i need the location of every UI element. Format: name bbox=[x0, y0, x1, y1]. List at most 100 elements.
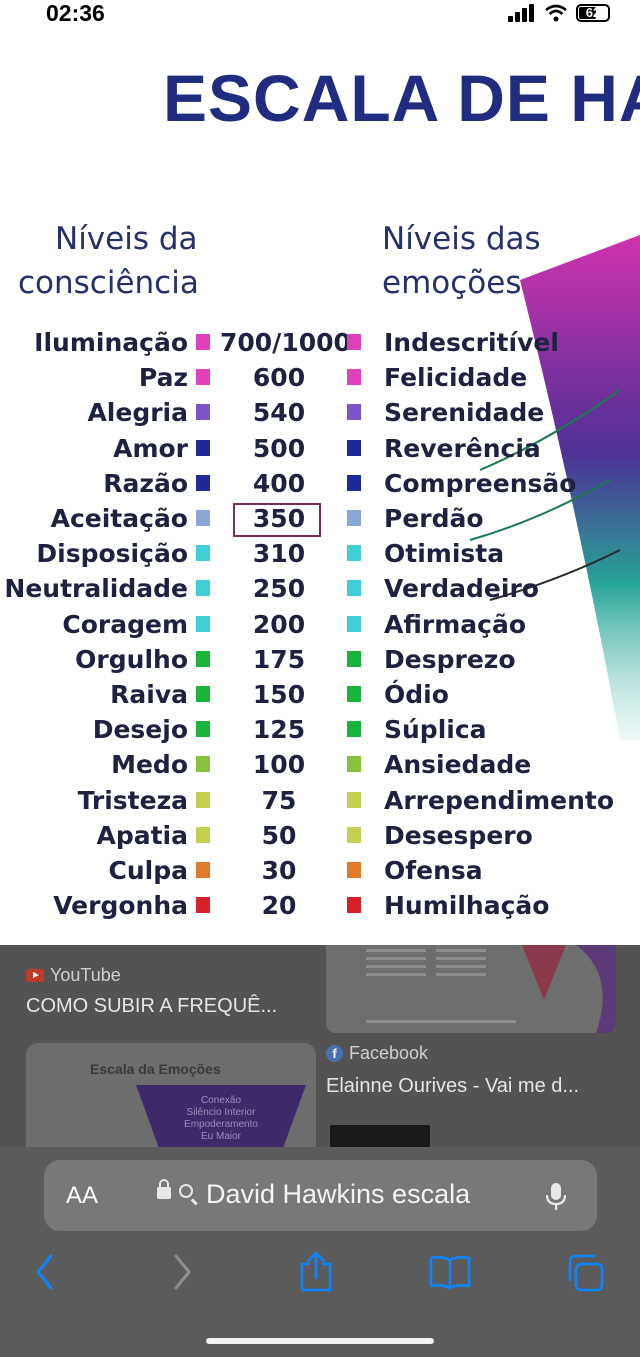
mic-icon[interactable] bbox=[543, 1182, 569, 1212]
level-row: Alegria 540 Serenidade bbox=[0, 396, 640, 431]
level-row: Aceitação 350 Perdão bbox=[0, 502, 640, 537]
consciousness-header-line2: consciência bbox=[18, 265, 199, 301]
color-square bbox=[196, 510, 210, 526]
facebook-source[interactable]: f Facebook bbox=[326, 1043, 428, 1064]
color-square bbox=[196, 369, 210, 386]
level-value: 400 bbox=[252, 468, 306, 498]
color-square bbox=[196, 474, 210, 491]
level-row: Culpa 30 Ofensa bbox=[0, 854, 640, 889]
consciousness-level: Desejo bbox=[92, 715, 188, 745]
forward-icon[interactable] bbox=[170, 1250, 194, 1294]
color-square bbox=[347, 510, 361, 526]
color-square bbox=[347, 826, 361, 843]
color-square bbox=[347, 862, 361, 878]
emotion-level: Otimista bbox=[384, 539, 505, 569]
color-square bbox=[196, 545, 210, 562]
facebook-result-thumbnail[interactable] bbox=[326, 945, 616, 1033]
youtube-source[interactable]: YouTube bbox=[26, 965, 121, 986]
level-row: Tristeza 75 Arrependimento bbox=[0, 784, 640, 819]
consciousness-level: Aceitação bbox=[50, 504, 188, 533]
emotion-level: Perdão bbox=[384, 504, 484, 533]
level-row: Razão 400 Compreensão bbox=[0, 467, 640, 502]
youtube-source-label: YouTube bbox=[50, 965, 121, 985]
level-row: Disposição 310 Otimista bbox=[0, 537, 640, 572]
consciousness-level: Alegria bbox=[87, 398, 188, 428]
level-row: Vergonha 20 Humilhação bbox=[0, 889, 640, 924]
search-icon bbox=[179, 1184, 193, 1198]
color-square bbox=[196, 897, 210, 914]
emotion-level: Indescritível bbox=[384, 328, 559, 357]
back-icon[interactable] bbox=[33, 1250, 57, 1294]
color-square bbox=[347, 791, 361, 808]
emotion-level: Súplica bbox=[384, 715, 487, 745]
youtube-result-thumbnail[interactable]: Escala da Emoções Conexão Silêncio Interi… bbox=[26, 1043, 316, 1153]
consciousness-level: Paz bbox=[138, 363, 188, 393]
level-value: 700/1000 bbox=[220, 328, 351, 357]
color-square bbox=[347, 334, 361, 350]
emotion-level: Felicidade bbox=[384, 363, 528, 393]
youtube-result-title[interactable]: COMO SUBIR A FREQUÊ... bbox=[26, 995, 277, 1018]
level-value: 100 bbox=[252, 750, 306, 780]
level-row: Medo 100 Ansiedade bbox=[0, 748, 640, 783]
level-value: 75 bbox=[261, 785, 297, 815]
facebook-source-label: Facebook bbox=[349, 1043, 429, 1063]
emotion-level: Arrependimento bbox=[384, 785, 615, 815]
emotion-level: Afirmação bbox=[384, 609, 526, 639]
thumbnail-art bbox=[326, 945, 616, 1033]
color-square bbox=[347, 756, 361, 773]
consciousness-level: Culpa bbox=[108, 856, 188, 885]
consciousness-level: Disposição bbox=[36, 539, 188, 569]
emotion-level: Ansiedade bbox=[384, 750, 532, 780]
level-value: 50 bbox=[261, 820, 297, 850]
color-square bbox=[196, 686, 210, 702]
emotion-level: Serenidade bbox=[384, 398, 545, 428]
consciousness-header-line1: Níveis da bbox=[55, 221, 198, 257]
emotion-level: Reverência bbox=[384, 433, 541, 463]
level-value: 500 bbox=[252, 433, 306, 463]
home-indicator[interactable] bbox=[206, 1338, 434, 1344]
image-title: ESCALA DE HA bbox=[163, 61, 640, 135]
color-square bbox=[196, 756, 210, 773]
color-square bbox=[196, 334, 210, 350]
signal-icon bbox=[508, 4, 534, 22]
level-value: 175 bbox=[252, 644, 306, 674]
browser-toolbar: AA David Hawkins escala bbox=[0, 1147, 640, 1357]
tabs-icon[interactable] bbox=[564, 1250, 606, 1294]
color-square bbox=[196, 721, 210, 738]
level-value: 350 bbox=[252, 504, 306, 533]
bookmarks-icon[interactable] bbox=[428, 1250, 472, 1294]
level-value: 250 bbox=[252, 574, 306, 604]
battery-icon: 62 bbox=[576, 4, 610, 22]
color-square bbox=[196, 404, 210, 421]
status-icons: 62 bbox=[508, 4, 610, 22]
address-bar[interactable]: AA David Hawkins escala bbox=[44, 1160, 597, 1231]
color-square bbox=[196, 826, 210, 843]
color-square bbox=[196, 615, 210, 632]
color-square bbox=[347, 404, 361, 421]
facebook-result-title[interactable]: Elainne Ourives - Vai me d... bbox=[326, 1075, 579, 1098]
reader-aa-button[interactable]: AA bbox=[66, 1182, 98, 1210]
color-square bbox=[196, 791, 210, 808]
share-icon[interactable] bbox=[298, 1250, 334, 1294]
color-square bbox=[347, 615, 361, 632]
consciousness-level: Coragem bbox=[62, 609, 188, 639]
search-query[interactable]: David Hawkins escala bbox=[206, 1179, 470, 1210]
consciousness-level: Amor bbox=[113, 433, 188, 463]
level-value: 540 bbox=[252, 398, 306, 428]
thumbnail-funnel-text: Conexão Silêncio Interior Empoderamento Eu … bbox=[184, 1095, 258, 1142]
level-value: 200 bbox=[252, 609, 306, 639]
emotion-level: Verdadeiro bbox=[384, 574, 539, 604]
emotion-level: Desespero bbox=[384, 820, 533, 850]
level-value: 20 bbox=[261, 891, 297, 921]
emotion-level: Ofensa bbox=[384, 856, 483, 885]
search-result-image[interactable]: ESCALA DE HA Níveis da consciência Nívei… bbox=[0, 40, 640, 945]
consciousness-level: Vergonha bbox=[53, 891, 188, 921]
level-value: 150 bbox=[252, 680, 306, 709]
thumbnail-title: Escala da Emoções bbox=[90, 1061, 221, 1077]
emotion-level: Desprezo bbox=[384, 644, 516, 674]
consciousness-level: Iluminação bbox=[34, 328, 188, 357]
level-row: Paz 600 Felicidade bbox=[0, 361, 640, 396]
level-row: Raiva 150 Ódio bbox=[0, 678, 640, 713]
color-square bbox=[347, 474, 361, 491]
color-square bbox=[196, 862, 210, 878]
